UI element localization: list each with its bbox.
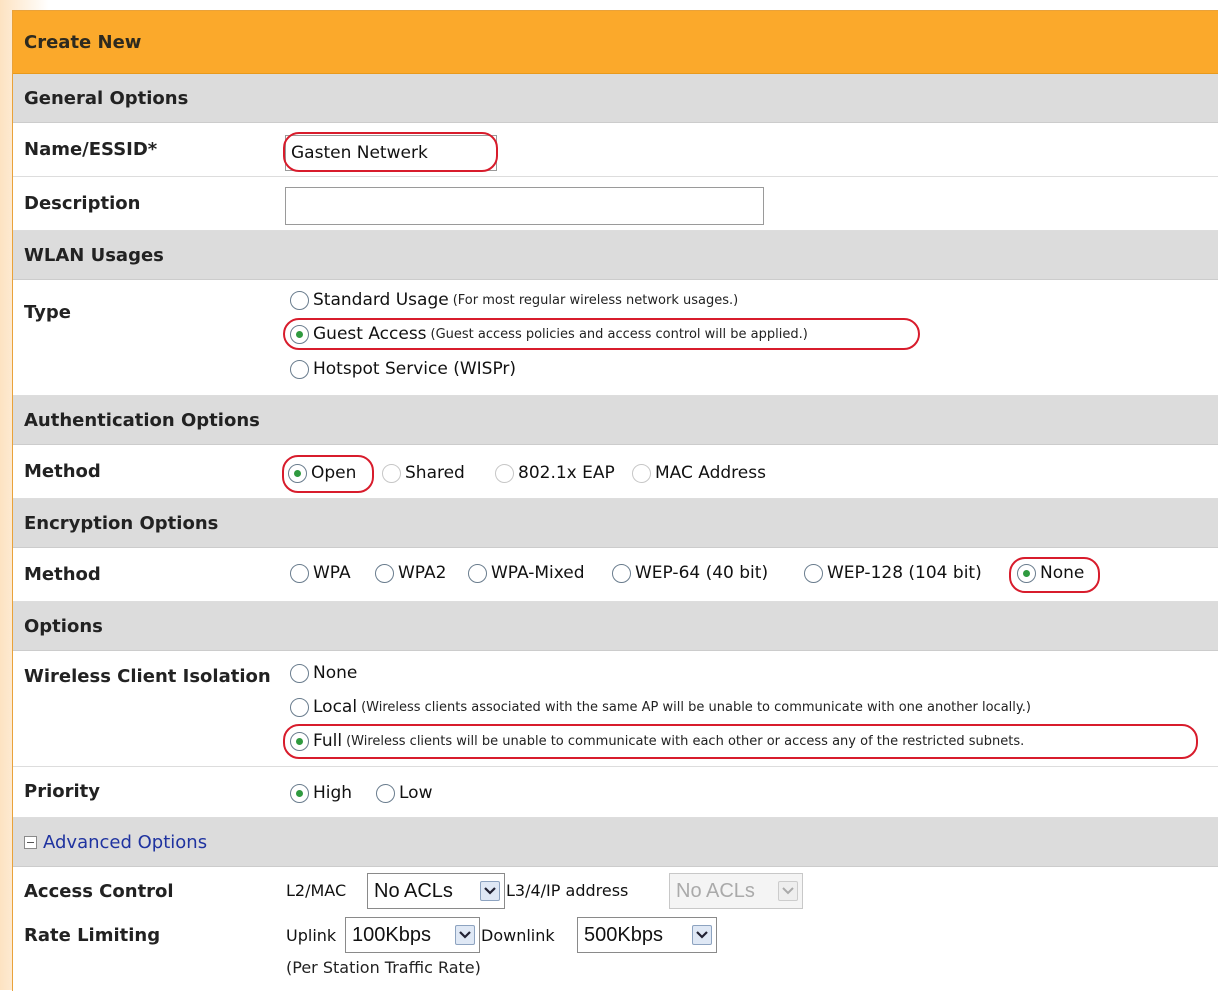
description-input[interactable] (285, 187, 764, 225)
enc-wpa2-radio[interactable] (375, 563, 394, 583)
section-general-options: General Options (13, 74, 1218, 123)
enc-wep128-radio[interactable] (804, 563, 823, 583)
enc-method-label: Method (24, 564, 101, 585)
auth-eap-option[interactable]: 802.1x EAP (495, 463, 615, 483)
isolation-none-option[interactable]: None (290, 663, 357, 683)
chevron-down-icon[interactable] (692, 925, 712, 945)
type-row: Type Standard Usage (For most regular wi… (13, 280, 1218, 396)
auth-shared-radio[interactable] (382, 463, 401, 483)
l3-ip-select[interactable]: No ACLs (669, 873, 803, 909)
isolation-none-radio[interactable] (290, 663, 309, 683)
rate-note: (Per Station Traffic Rate) (286, 958, 481, 977)
enc-method-row: Method WPA WPA2 WPA-Mixed WEP-64 (40 bit… (13, 548, 1218, 602)
enc-wep64-option[interactable]: WEP-64 (40 bit) (612, 563, 768, 583)
name-row: Name/ESSID* (13, 123, 1218, 177)
chevron-down-icon[interactable] (480, 881, 500, 901)
enc-wpa-mixed-radio[interactable] (468, 563, 487, 583)
uplink-label: Uplink (286, 926, 337, 945)
name-essid-input[interactable] (285, 135, 497, 171)
enc-wpa-mixed-option[interactable]: WPA-Mixed (468, 563, 585, 583)
l3-ip-label: L3/4/IP address (506, 881, 629, 900)
enc-wep128-option[interactable]: WEP-128 (104 bit) (804, 563, 982, 583)
auth-method-label: Method (24, 461, 101, 482)
section-encryption-options: Encryption Options (13, 499, 1218, 548)
section-advanced-options[interactable]: Advanced Options (13, 818, 1218, 867)
create-new-panel: Create New General Options Name/ESSID* D… (12, 10, 1218, 991)
type-guest-radio[interactable] (290, 324, 309, 344)
description-label: Description (24, 193, 141, 214)
chevron-down-icon[interactable] (455, 925, 475, 945)
isolation-local-option[interactable]: Local (Wireless clients associated with … (290, 697, 1031, 717)
isolation-full-option[interactable]: Full (Wireless clients will be unable to… (290, 731, 1024, 751)
enc-none-option[interactable]: None (1017, 563, 1084, 583)
auth-open-radio[interactable] (288, 463, 307, 483)
isolation-label: Wireless Client Isolation (24, 666, 271, 687)
access-control-row: Access Control L2/MAC No ACLs L3/4/IP ad… (13, 867, 1218, 917)
access-control-label: Access Control (24, 881, 174, 902)
priority-high-radio[interactable] (290, 783, 309, 803)
priority-low-radio[interactable] (376, 783, 395, 803)
enc-wpa2-option[interactable]: WPA2 (375, 563, 446, 583)
isolation-local-radio[interactable] (290, 697, 309, 717)
auth-method-row: Method Open Shared 802.1x EAP MAC Addres… (13, 445, 1218, 499)
description-row: Description (13, 177, 1218, 231)
rate-limiting-row: Rate Limiting Uplink 100Kbps Downlink 50… (13, 917, 1218, 987)
chevron-down-icon[interactable] (778, 881, 798, 901)
enc-wpa-option[interactable]: WPA (290, 563, 351, 583)
l2-mac-label: L2/MAC (286, 881, 347, 900)
isolation-row: Wireless Client Isolation None Local (Wi… (13, 651, 1218, 767)
type-standard-radio[interactable] (290, 290, 309, 310)
name-label: Name/ESSID* (24, 139, 158, 160)
uplink-select[interactable]: 100Kbps (345, 917, 480, 953)
enc-wpa-radio[interactable] (290, 563, 309, 583)
enc-none-radio[interactable] (1017, 563, 1036, 583)
type-guest-option[interactable]: Guest Access (Guest access policies and … (290, 324, 808, 344)
section-wlan-usages: WLAN Usages (13, 231, 1218, 280)
auth-mac-radio[interactable] (632, 463, 651, 483)
panel-title: Create New (13, 11, 1218, 74)
auth-mac-option[interactable]: MAC Address (632, 463, 766, 483)
auth-open-option[interactable]: Open (288, 463, 356, 483)
advanced-options-link[interactable]: Advanced Options (43, 832, 207, 853)
priority-low-option[interactable]: Low (376, 783, 432, 803)
priority-high-option[interactable]: High (290, 783, 352, 803)
type-label: Type (24, 302, 71, 323)
rate-limiting-label: Rate Limiting (24, 925, 161, 946)
auth-eap-radio[interactable] (495, 463, 514, 483)
isolation-full-radio[interactable] (290, 731, 309, 751)
downlink-select[interactable]: 500Kbps (577, 917, 717, 953)
section-options: Options (13, 602, 1218, 651)
priority-row: Priority High Low (13, 767, 1218, 818)
l2-mac-select[interactable]: No ACLs (367, 873, 505, 909)
downlink-label: Downlink (481, 926, 555, 945)
priority-label: Priority (24, 781, 100, 802)
section-authentication-options: Authentication Options (13, 396, 1218, 445)
type-hotspot-option[interactable]: Hotspot Service (WISPr) (290, 359, 516, 379)
auth-shared-option[interactable]: Shared (382, 463, 465, 483)
type-standard-option[interactable]: Standard Usage (For most regular wireles… (290, 290, 738, 310)
enc-wep64-radio[interactable] (612, 563, 631, 583)
collapse-icon[interactable] (24, 835, 37, 849)
type-hotspot-radio[interactable] (290, 359, 309, 379)
